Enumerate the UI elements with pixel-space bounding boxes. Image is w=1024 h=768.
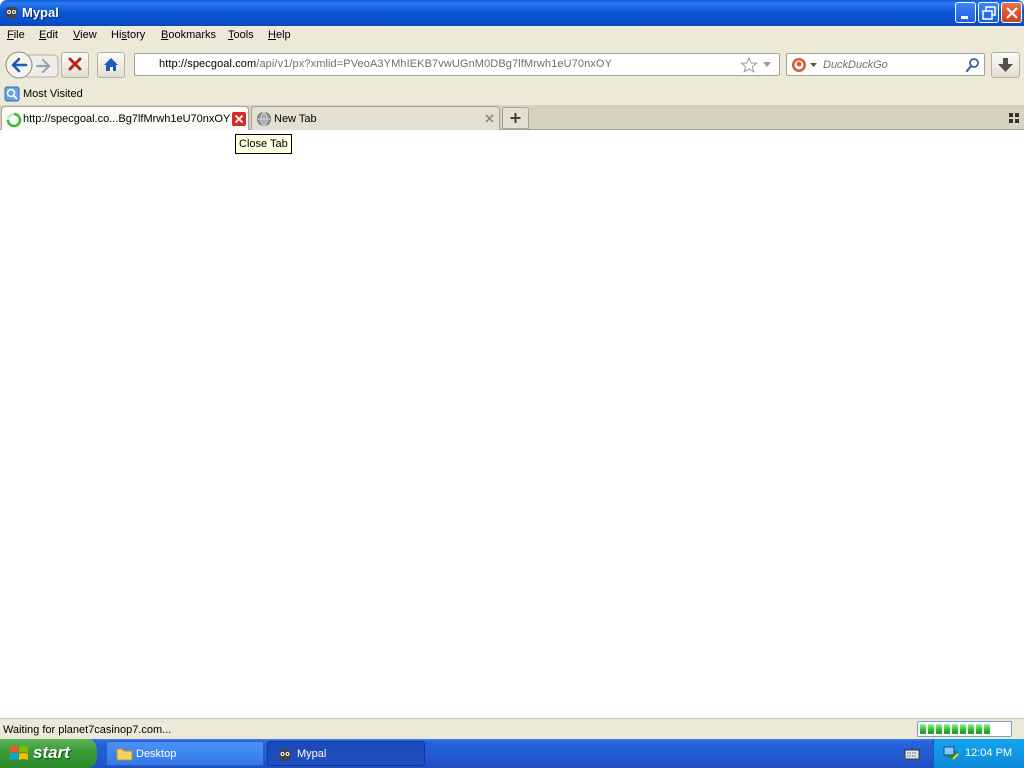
menu-view[interactable]: View: [73, 29, 97, 41]
progress-segment: [960, 724, 966, 734]
folder-icon: [116, 748, 133, 761]
minimize-button[interactable]: [955, 2, 976, 23]
new-tab-button[interactable]: [502, 107, 529, 129]
menu-bookmarks[interactable]: Bookmarks: [161, 29, 216, 41]
most-visited-icon: [4, 86, 20, 102]
title-bar[interactable]: Mypal: [0, 0, 1024, 26]
start-button[interactable]: start: [0, 739, 97, 768]
stop-icon: [68, 57, 82, 71]
taskbar-item-mypal[interactable]: Mypal: [267, 741, 425, 766]
restore-button[interactable]: [978, 2, 999, 23]
restore-icon: [982, 6, 996, 20]
home-icon: [104, 58, 118, 71]
progress-segment: [968, 724, 974, 734]
menu-help[interactable]: Help: [268, 29, 291, 41]
status-text: Waiting for planet7casinop7.com...: [3, 724, 172, 736]
close-tab-icon[interactable]: [232, 112, 246, 126]
mypal-icon: [279, 749, 291, 761]
tab-new-tab[interactable]: New Tab: [251, 106, 500, 130]
page-content[interactable]: [0, 130, 1024, 718]
progress-segment: [944, 724, 950, 734]
taskbar-item-desktop[interactable]: Desktop: [106, 741, 264, 766]
close-tab-tooltip: Close Tab: [235, 134, 292, 154]
progress-segment: [976, 724, 982, 734]
menu-file[interactable]: File: [7, 29, 25, 41]
bookmarks-toolbar: Most Visited: [0, 84, 1024, 105]
address-bar[interactable]: http://specgoal.com/api/v1/px?xmlid=PVeo…: [134, 53, 780, 76]
window-title: Mypal: [22, 5, 59, 20]
network-icon[interactable]: [942, 745, 960, 762]
menu-bar: File Edit View History Bookmarks Tools H…: [0, 26, 1024, 46]
close-tab-icon[interactable]: [484, 113, 495, 124]
close-window-button[interactable]: [1001, 2, 1022, 23]
url-host: http://specgoal.com: [159, 58, 257, 70]
taskbar-item-label: Mypal: [297, 748, 327, 760]
search-placeholder: DuckDuckGo: [823, 59, 888, 71]
menu-tools[interactable]: Tools: [228, 29, 254, 41]
back-button[interactable]: [4, 50, 32, 78]
tab-groups-icon[interactable]: [1009, 113, 1019, 123]
keyboard-icon[interactable]: [904, 746, 920, 761]
start-label: start: [33, 743, 70, 762]
forward-button[interactable]: [34, 54, 58, 76]
loading-spinner-icon: [6, 112, 22, 128]
home-button[interactable]: [97, 52, 125, 78]
progress-segment: [928, 724, 934, 734]
navigation-toolbar: http://specgoal.com/api/v1/px?xmlid=PVeo…: [0, 46, 1024, 84]
close-icon: [1006, 7, 1018, 19]
progress-segment: [952, 724, 958, 734]
tab-label: New Tab: [274, 113, 317, 125]
downloads-button[interactable]: [991, 52, 1020, 78]
menu-history[interactable]: History: [111, 29, 145, 41]
plus-icon: [510, 113, 521, 123]
most-visited-bookmark[interactable]: Most Visited: [2, 85, 86, 104]
system-tray: 12:04 PM: [933, 739, 1024, 768]
most-visited-label: Most Visited: [23, 88, 83, 100]
search-engine-dropdown-icon[interactable]: [810, 63, 818, 69]
search-icon[interactable]: [965, 57, 981, 73]
mypal-icon: [5, 6, 18, 19]
taskbar-item-label: Desktop: [136, 748, 177, 760]
clock[interactable]: 12:04 PM: [965, 747, 1012, 759]
globe-icon: [257, 112, 271, 126]
bookmark-star-icon[interactable]: [740, 57, 758, 73]
loading-progress-bar: [917, 721, 1012, 737]
download-arrow-icon: [998, 58, 1013, 72]
tab-label: http://specgoal.co...Bg7lfMrwh1eU70nxOY: [23, 113, 231, 125]
url-text: http://specgoal.com/api/v1/px?xmlid=PVeo…: [159, 58, 612, 70]
windows-logo-icon: [10, 746, 28, 760]
tab-strip: http://specgoal.co...Bg7lfMrwh1eU70nxOY …: [0, 105, 1024, 131]
search-bar[interactable]: DuckDuckGo: [786, 53, 985, 76]
progress-segment: [984, 724, 990, 734]
status-bar: Waiting for planet7casinop7.com...: [0, 718, 1024, 739]
menu-edit[interactable]: Edit: [39, 29, 58, 41]
progress-segment: [920, 724, 926, 734]
stop-button[interactable]: [61, 52, 89, 78]
taskbar: start Desktop Mypal 12:04 PM: [0, 739, 1024, 768]
minimize-icon: [961, 16, 968, 19]
progress-segment: [936, 724, 942, 734]
url-path: /api/v1/px?xmlid=PVeoA3YMhIEKB7vwUGnM0DB…: [256, 58, 613, 70]
url-dropdown-icon[interactable]: [762, 61, 772, 69]
tab-specgoal[interactable]: http://specgoal.co...Bg7lfMrwh1eU70nxOY: [1, 106, 249, 131]
duckduckgo-icon[interactable]: [791, 57, 807, 73]
